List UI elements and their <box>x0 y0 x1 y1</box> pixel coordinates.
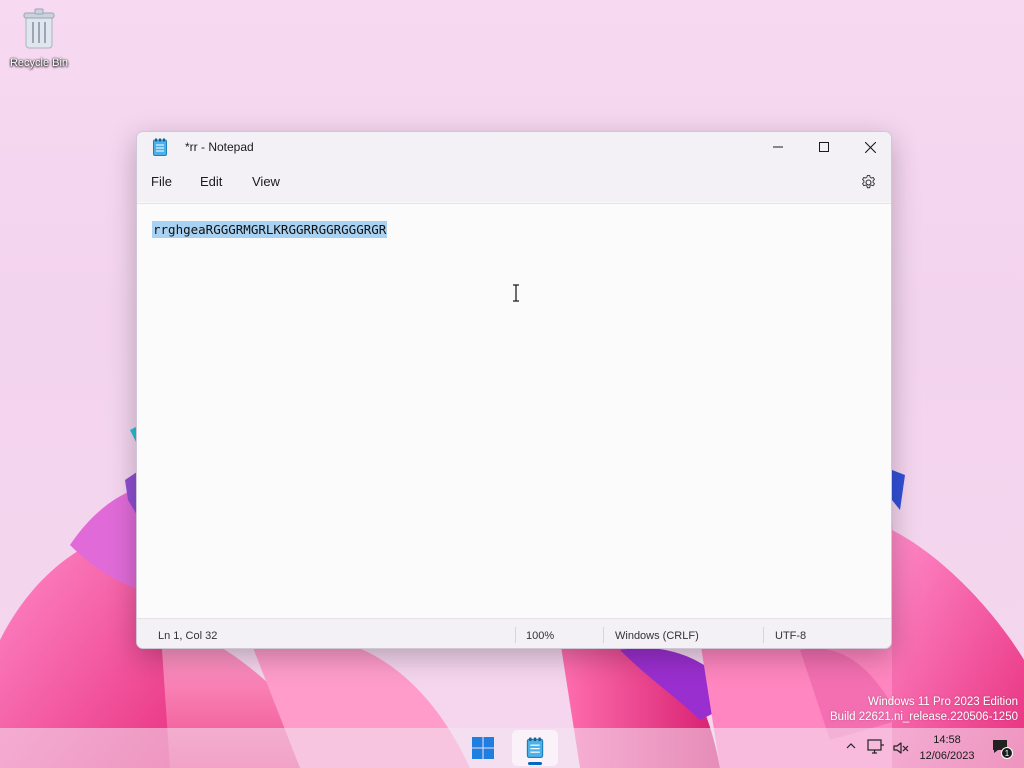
selected-text[interactable]: rrghgeaRGGGRMGRLKRGGRRGGRGGGRGR <box>152 221 388 238</box>
status-bar: Ln 1, Col 32 100% Windows (CRLF) UTF-8 <box>137 618 891 648</box>
maximize-button[interactable] <box>801 132 847 162</box>
notepad-window: *rr - Notepad File Edit View rrghgeaRGGG… <box>136 131 892 649</box>
close-icon <box>864 141 876 153</box>
line-ending[interactable]: Windows (CRLF) <box>615 630 699 642</box>
recycle-bin-icon <box>23 8 55 49</box>
gear-icon[interactable] <box>860 174 877 191</box>
close-button[interactable] <box>847 132 891 162</box>
notification-badge: 1 <box>1001 747 1013 759</box>
taskbar: 14:58 12/06/2023 1 <box>0 728 1024 768</box>
notepad-icon <box>526 737 544 758</box>
zoom-level[interactable]: 100% <box>526 630 554 642</box>
network-icon[interactable] <box>867 739 885 755</box>
watermark-edition: Windows 11 Pro 2023 Edition <box>867 696 1018 708</box>
minimize-button[interactable] <box>755 132 801 162</box>
encoding[interactable]: UTF-8 <box>775 630 806 642</box>
chevron-up-icon[interactable] <box>846 742 856 750</box>
windows-start-icon[interactable] <box>472 737 494 759</box>
menu-file[interactable]: File <box>151 174 172 189</box>
watermark-build: Build 22621.ni_release.220506-1250 <box>830 711 1018 723</box>
clock-time: 14:58 <box>933 734 961 746</box>
menu-edit[interactable]: Edit <box>200 174 222 189</box>
minimize-icon <box>773 146 783 148</box>
status-divider <box>763 627 764 643</box>
notepad-icon <box>153 138 167 156</box>
text-cursor-icon <box>513 284 519 302</box>
windows-watermark: Windows 11 Pro 2023 Edition Build 22621.… <box>830 695 1018 725</box>
status-divider <box>515 627 516 643</box>
menu-bar: File Edit View <box>137 162 891 202</box>
recycle-bin-shortcut[interactable]: Recycle Bin <box>6 8 72 69</box>
volume-muted-icon[interactable] <box>892 740 910 756</box>
title-bar[interactable]: *rr - Notepad <box>137 132 891 162</box>
recycle-bin-label: Recycle Bin <box>9 57 69 69</box>
taskbar-clock[interactable]: 14:58 12/06/2023 <box>912 732 982 764</box>
cursor-position: Ln 1, Col 32 <box>158 630 218 642</box>
clock-date: 12/06/2023 <box>919 750 975 762</box>
menu-view[interactable]: View <box>252 174 280 189</box>
text-editor[interactable]: rrghgeaRGGGRMGRLKRGGRRGGRGGGRGR <box>137 203 891 618</box>
active-indicator <box>528 762 542 765</box>
window-title: *rr - Notepad <box>185 140 254 154</box>
status-divider <box>603 627 604 643</box>
notification-center-button[interactable]: 1 <box>992 739 1014 759</box>
taskbar-notepad-button[interactable] <box>512 730 558 766</box>
maximize-icon <box>819 142 829 152</box>
